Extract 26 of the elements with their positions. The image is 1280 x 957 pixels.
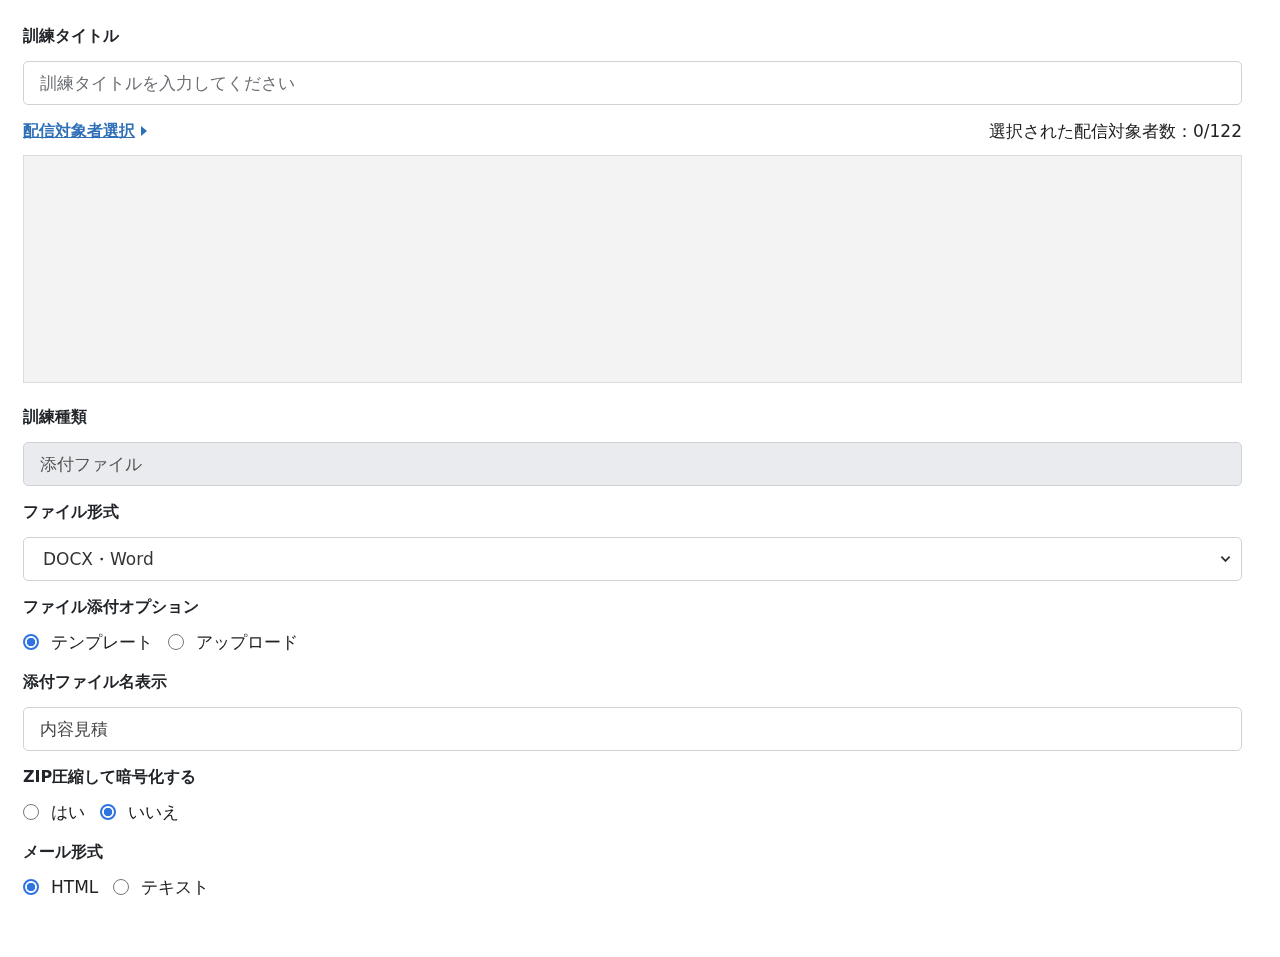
field-label: メール形式: [23, 843, 104, 861]
chevron-down-icon: [1220, 555, 1231, 563]
input-field[interactable]: 訓練タイトルを入力してください: [23, 61, 1242, 105]
radio-button[interactable]: [168, 634, 184, 650]
caret-right-icon[interactable]: [141, 126, 147, 136]
recipients-link[interactable]: 配信対象者選択: [23, 120, 135, 142]
radio-button[interactable]: [100, 804, 116, 820]
input-field[interactable]: 内容見積: [23, 707, 1242, 751]
radio-button[interactable]: [113, 879, 130, 895]
field-label: 添付ファイル名表示: [23, 673, 168, 691]
radio-label[interactable]: HTML: [51, 877, 99, 897]
radio-label[interactable]: いいえ: [128, 800, 179, 824]
recipient-count: 選択された配信対象者数：0/122: [989, 119, 1242, 143]
radio-button[interactable]: [23, 634, 39, 650]
radio-button[interactable]: [23, 879, 39, 895]
radio-label[interactable]: テキスト: [141, 875, 210, 899]
select-field[interactable]: DOCX・Word: [23, 537, 1242, 581]
field-label: ZIP圧縮して暗号化する: [23, 768, 198, 786]
radio-label[interactable]: テンプレート: [51, 630, 153, 654]
radio-label[interactable]: アップロード: [196, 630, 298, 654]
radio-button[interactable]: [23, 804, 39, 820]
field-label: 訓練タイトル: [23, 27, 120, 45]
field-label: 訓練種類: [23, 408, 88, 426]
field-label: ファイル添付オプション: [23, 598, 200, 616]
radio-label[interactable]: はい: [51, 800, 85, 824]
field-label: ファイル形式: [23, 503, 120, 521]
